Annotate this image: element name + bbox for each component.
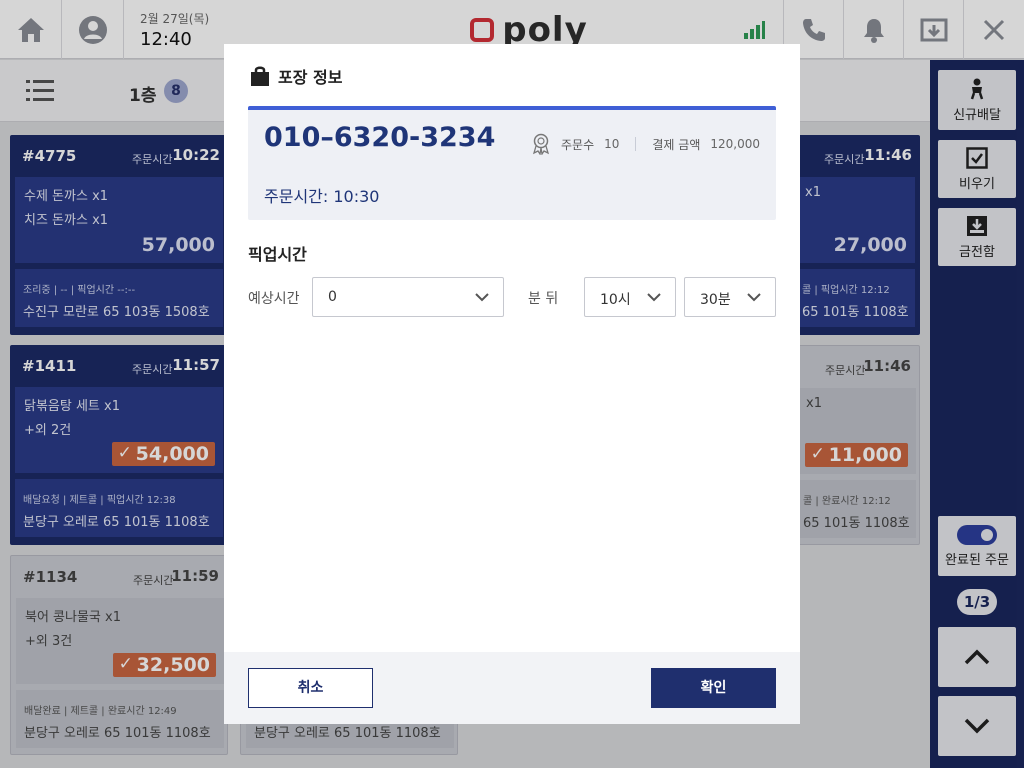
modal-header: 포장 정보 (250, 64, 342, 88)
modal-title: 포장 정보 (278, 68, 343, 87)
minutes-after-label: 분 뒤 (528, 291, 559, 307)
modal-footer: 취소 확인 (224, 652, 800, 724)
customer-info-box: 010–6320-3234 주문수 10 결제 금액 120,000 주문시간:… (248, 106, 776, 220)
customer-stats: 주문수 10 결제 금액 120,000 (531, 133, 760, 155)
stats-divider (635, 137, 637, 151)
expected-minutes-value: 0 (328, 289, 337, 305)
chevron-down-icon (475, 293, 489, 302)
takeout-info-modal: 포장 정보 010–6320-3234 주문수 10 결제 금액 120,000… (224, 44, 800, 724)
customer-phone: 010–6320-3234 (264, 122, 496, 153)
amount-value: 120,000 (710, 137, 760, 151)
cancel-button[interactable]: 취소 (248, 668, 373, 708)
expected-minutes-select[interactable]: 0 (312, 277, 504, 317)
order-time-text: 주문시간: 10:30 (264, 187, 380, 206)
expected-time-label: 예상시간 (248, 291, 300, 307)
order-count-value: 10 (604, 137, 620, 151)
order-count-label: 주문수 (560, 137, 595, 152)
amount-label: 결제 금액 (652, 137, 701, 152)
confirm-button[interactable]: 확인 (651, 668, 776, 708)
hour-value: 10시 (600, 292, 631, 308)
shopping-bag-icon (251, 66, 269, 86)
minute-value: 30분 (700, 292, 731, 308)
award-icon (532, 133, 550, 155)
chevron-down-icon (647, 293, 661, 302)
pickup-time-heading: 픽업시간 (248, 245, 307, 264)
hour-select[interactable]: 10시 (584, 277, 676, 317)
minute-select[interactable]: 30분 (684, 277, 776, 317)
chevron-down-icon (747, 293, 761, 302)
